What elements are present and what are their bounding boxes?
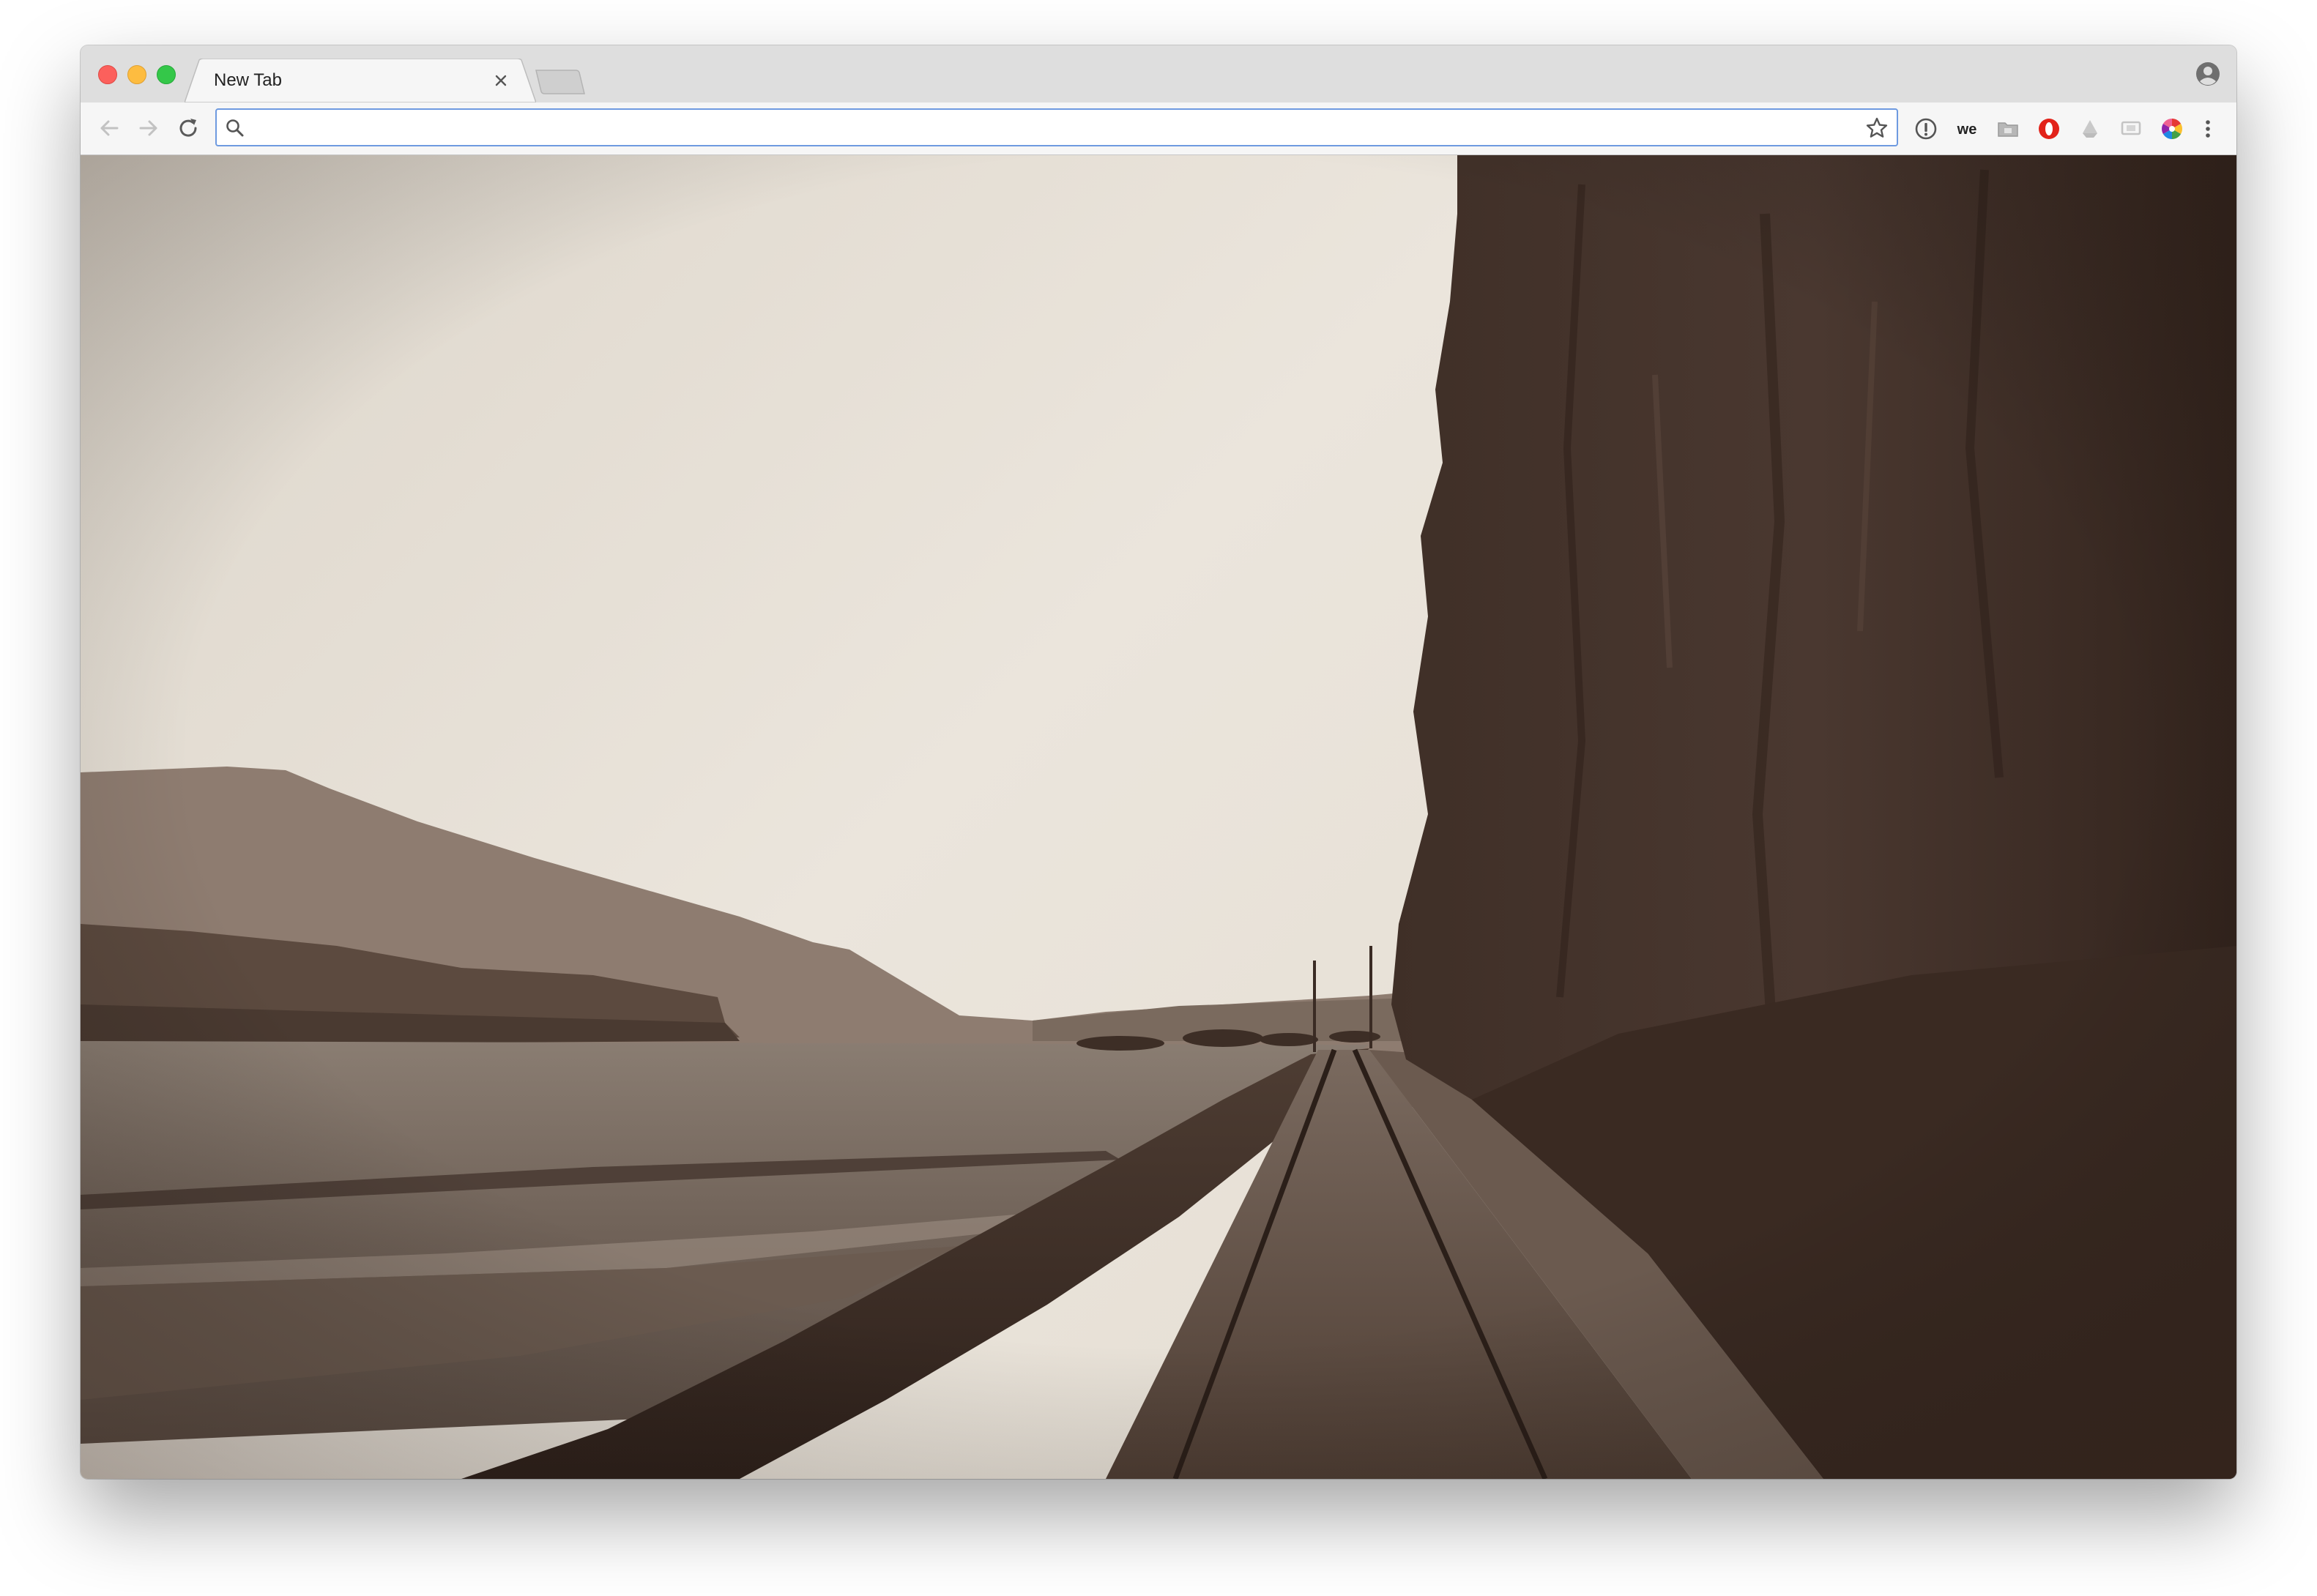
new-tab-background-photo bbox=[81, 155, 2236, 1479]
arrow-right-icon[interactable] bbox=[135, 114, 163, 142]
color-wheel-extension-icon[interactable] bbox=[2159, 116, 2185, 142]
window-maximize-button[interactable] bbox=[157, 65, 176, 84]
opera-extension-icon[interactable] bbox=[2036, 116, 2062, 142]
browser-window: New Tab we bbox=[81, 45, 2236, 1479]
info-icon[interactable] bbox=[1913, 116, 1939, 142]
cloud-extension-icon[interactable] bbox=[2077, 116, 2103, 142]
kebab-menu-icon[interactable] bbox=[2197, 116, 2219, 142]
search-icon bbox=[226, 119, 244, 137]
tab-new-tab[interactable]: New Tab bbox=[185, 59, 536, 102]
reload-icon[interactable] bbox=[174, 114, 202, 142]
tab-strip: New Tab bbox=[81, 45, 2236, 102]
close-icon[interactable] bbox=[491, 70, 511, 91]
address-input[interactable] bbox=[253, 114, 1823, 142]
browser-toolbar: we bbox=[81, 102, 2236, 155]
profile-icon[interactable] bbox=[2195, 61, 2220, 86]
desktop-background: New Tab we bbox=[0, 0, 2317, 1596]
window-close-button[interactable] bbox=[98, 65, 117, 84]
we-extension-icon[interactable]: we bbox=[1954, 116, 1980, 142]
folder-extension-icon[interactable] bbox=[1995, 116, 2021, 142]
tab-title: New Tab bbox=[214, 70, 282, 90]
star-icon[interactable] bbox=[1864, 116, 1889, 141]
svg-text:we: we bbox=[1957, 122, 1977, 138]
new-tab-button[interactable] bbox=[535, 69, 586, 95]
landscape-photo bbox=[81, 155, 2236, 1479]
cast-extension-icon[interactable] bbox=[2118, 116, 2144, 142]
arrow-left-icon[interactable] bbox=[95, 114, 123, 142]
address-bar[interactable] bbox=[215, 108, 1898, 146]
window-minimize-button[interactable] bbox=[127, 65, 146, 84]
